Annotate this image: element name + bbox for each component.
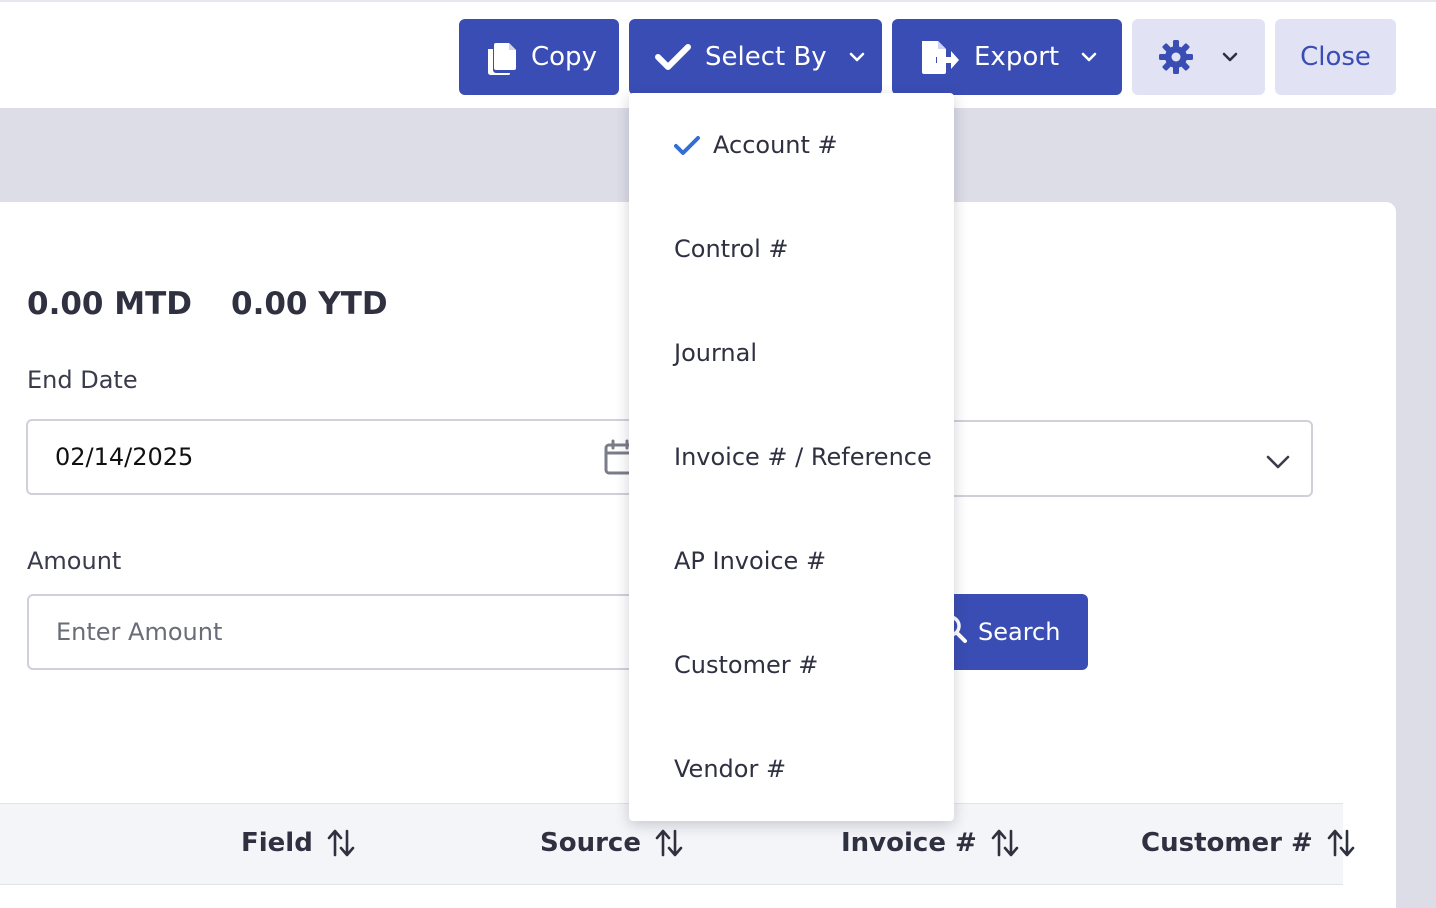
menu-item-control[interactable]: Control # xyxy=(629,197,954,301)
sort-icon xyxy=(655,829,683,857)
select-by-button[interactable]: Select By xyxy=(629,19,882,95)
select-by-menu: Account # Control # Journal Invoice # / … xyxy=(629,93,954,821)
settings-button[interactable] xyxy=(1132,19,1265,95)
select-by-label: Select By xyxy=(705,42,827,72)
export-button[interactable]: Export xyxy=(892,19,1122,95)
gear-icon xyxy=(1158,39,1194,75)
amount-label: Amount xyxy=(27,547,122,575)
end-date-label: End Date xyxy=(27,366,138,394)
end-date-field[interactable]: 02/14/2025 xyxy=(26,419,676,495)
menu-item-account[interactable]: Account # xyxy=(629,93,954,197)
menu-item-vendor[interactable]: Vendor # xyxy=(629,717,954,821)
column-header-customer[interactable]: Customer # xyxy=(1141,828,1355,858)
export-icon xyxy=(920,38,960,76)
end-date-value: 02/14/2025 xyxy=(55,443,194,471)
copy-button[interactable]: Copy xyxy=(459,19,619,95)
menu-item-journal[interactable]: Journal xyxy=(629,301,954,405)
menu-item-label: Invoice # / Reference xyxy=(674,443,932,471)
ytd-total: 0.00 YTD xyxy=(231,286,388,322)
chevron-down-icon xyxy=(1081,52,1097,62)
sort-icon xyxy=(1327,829,1355,857)
close-button[interactable]: Close xyxy=(1275,19,1396,95)
filter-select[interactable] xyxy=(900,420,1313,497)
amount-placeholder: Enter Amount xyxy=(56,618,223,646)
menu-item-ap-invoice[interactable]: AP Invoice # xyxy=(629,509,954,613)
menu-item-customer[interactable]: Customer # xyxy=(629,613,954,717)
copy-icon xyxy=(486,39,518,75)
menu-item-label: Journal xyxy=(674,339,758,367)
export-label: Export xyxy=(974,42,1060,72)
search-label: Search xyxy=(978,618,1061,646)
mtd-total: 0.00 MTD xyxy=(27,286,193,322)
menu-item-invoice-reference[interactable]: Invoice # / Reference xyxy=(629,405,954,509)
menu-item-label: Customer # xyxy=(674,651,819,679)
chevron-down-icon xyxy=(849,52,865,62)
column-header-invoice[interactable]: Invoice # xyxy=(841,828,1019,858)
toolbar: Copy Select By Export Close xyxy=(0,0,1436,108)
amount-input[interactable]: Enter Amount xyxy=(27,594,667,670)
chevron-down-icon xyxy=(1222,52,1238,62)
menu-item-label: AP Invoice # xyxy=(674,547,827,575)
chevron-down-icon xyxy=(1265,448,1291,476)
sort-icon xyxy=(991,829,1019,857)
column-header-field[interactable]: Field xyxy=(241,828,355,858)
check-icon xyxy=(674,134,700,162)
menu-item-label: Vendor # xyxy=(674,755,787,783)
menu-item-label: Control # xyxy=(674,235,789,263)
column-header-source[interactable]: Source xyxy=(540,828,683,858)
sort-icon xyxy=(327,829,355,857)
check-icon xyxy=(655,43,691,71)
menu-item-label: Account # xyxy=(713,131,838,159)
copy-label: Copy xyxy=(531,42,597,72)
